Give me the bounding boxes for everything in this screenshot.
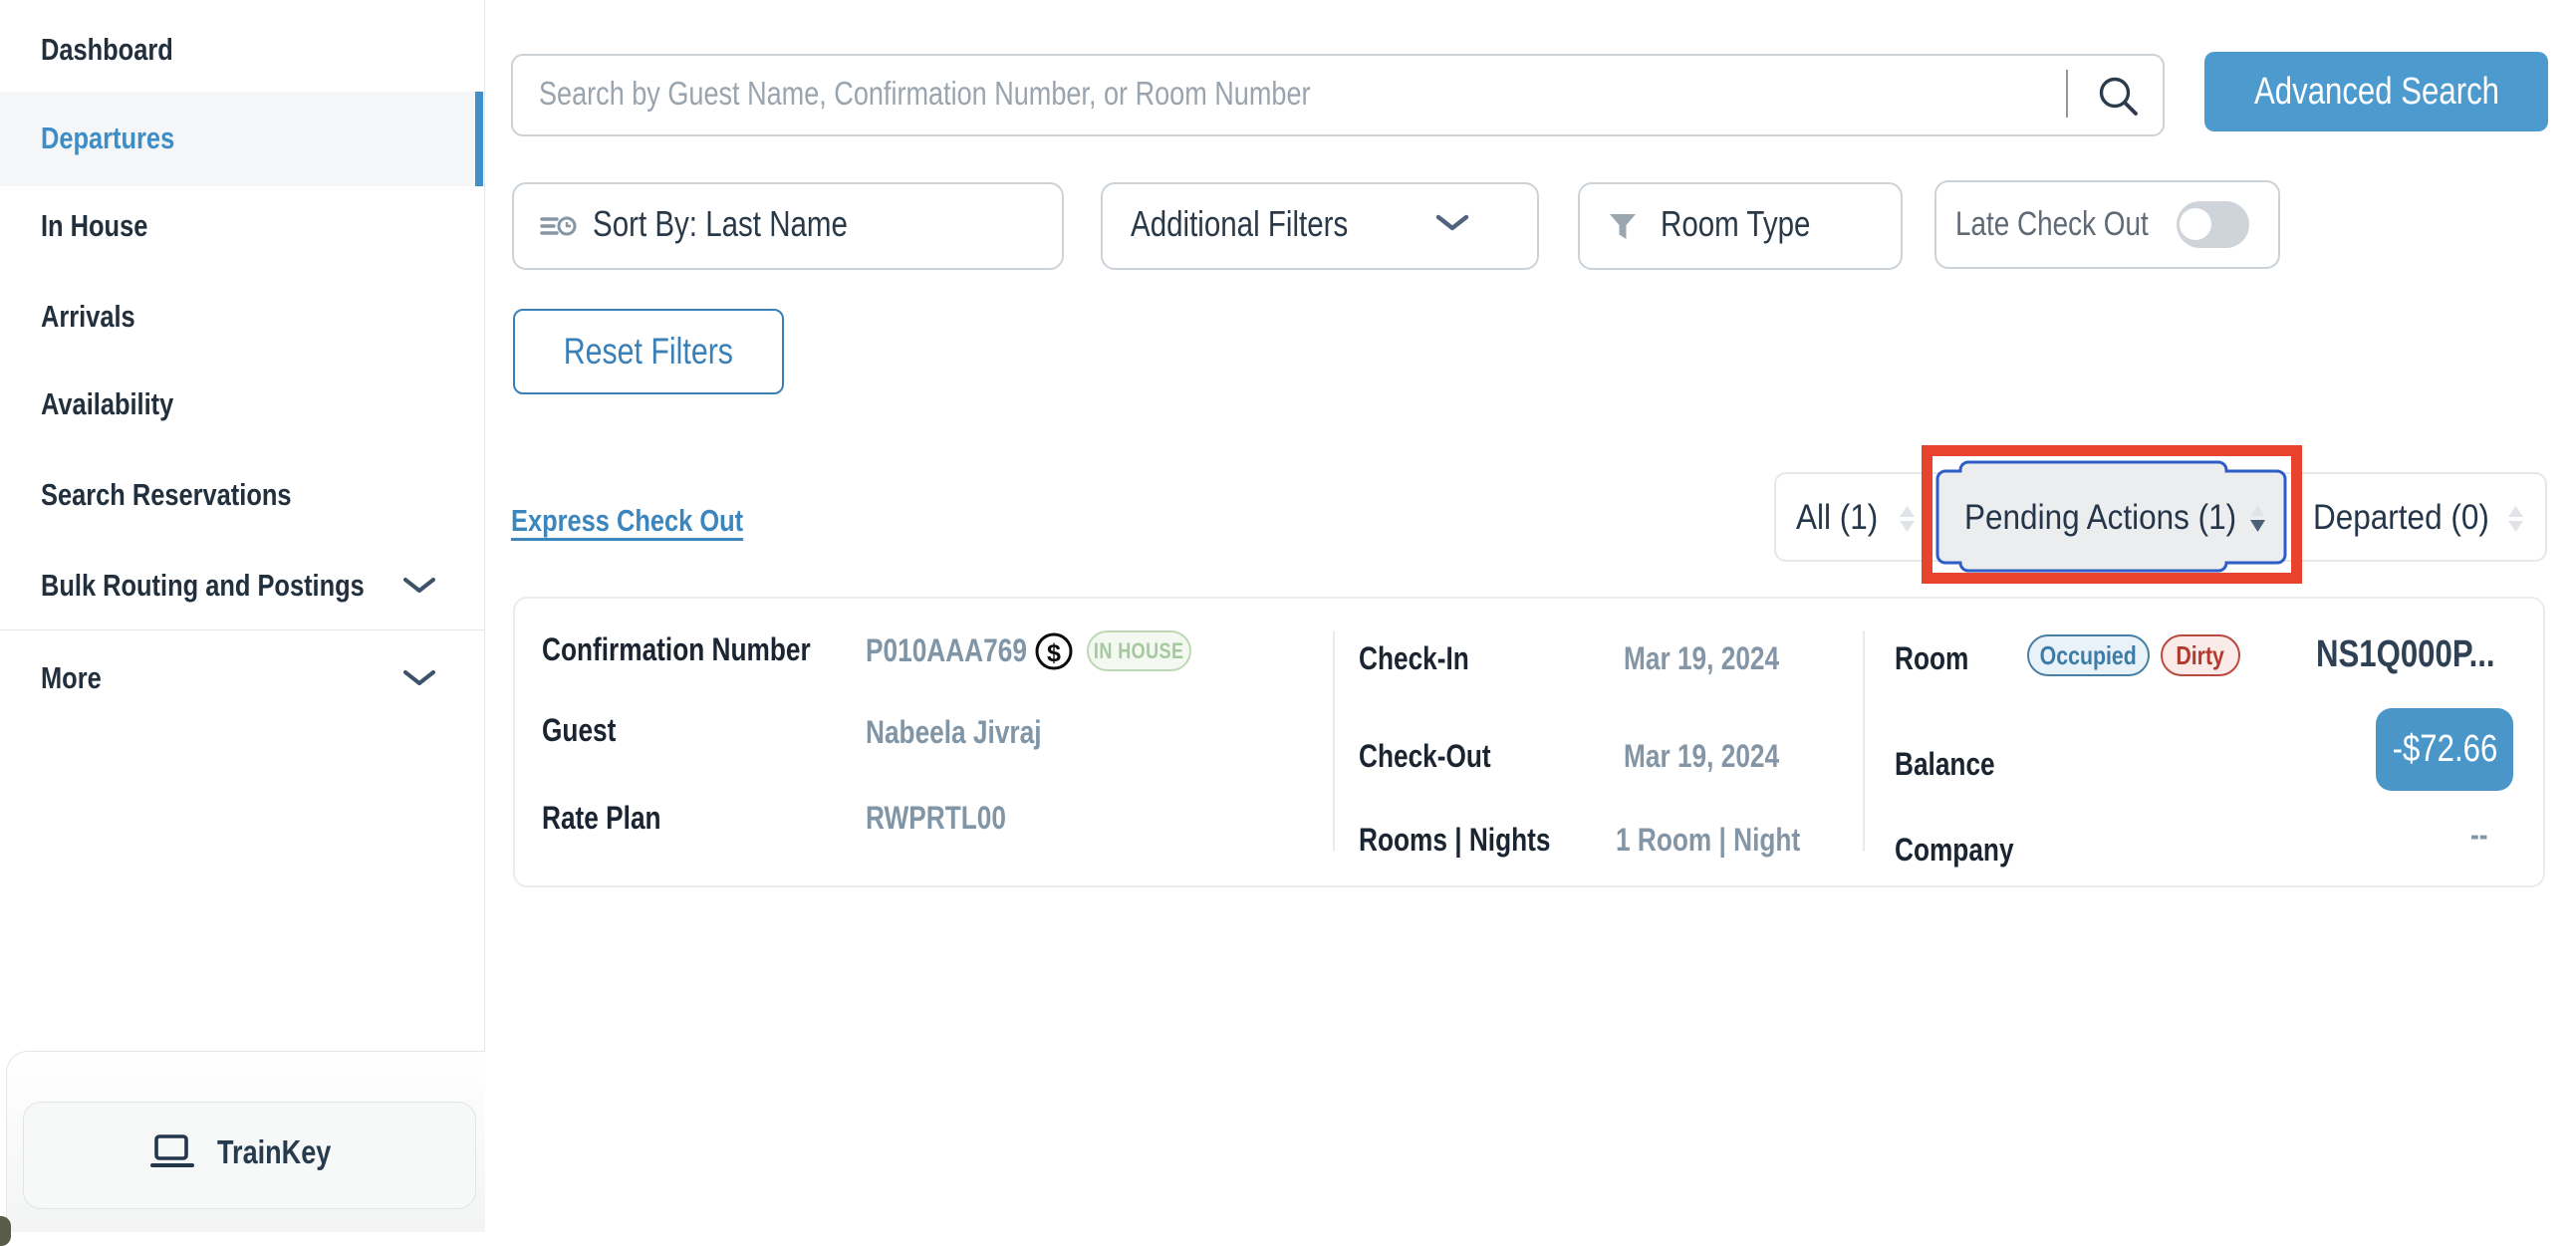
svg-text:$: $ bbox=[1047, 639, 1061, 667]
